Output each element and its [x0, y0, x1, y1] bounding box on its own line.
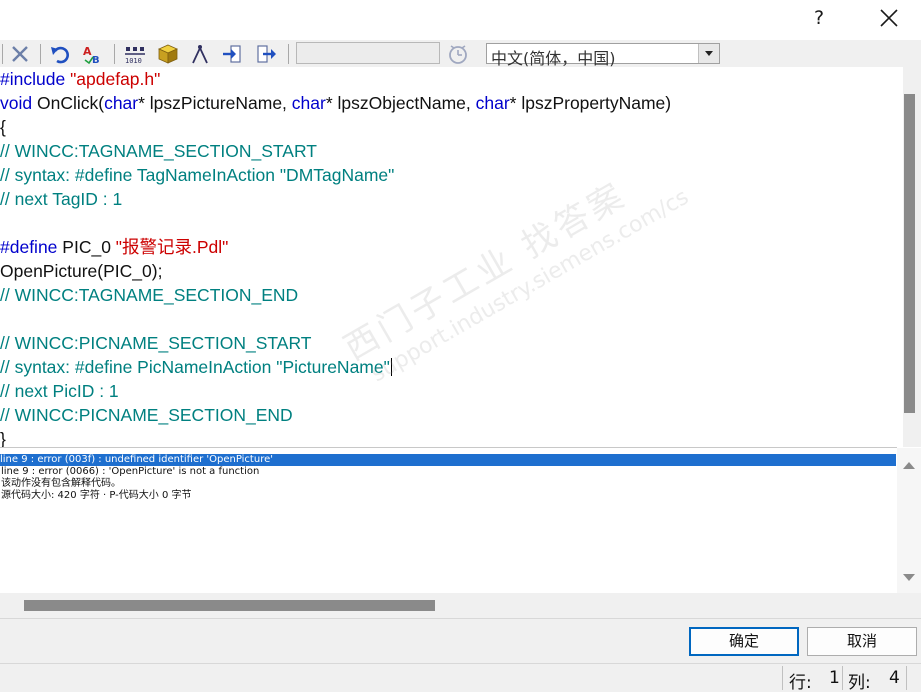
scroll-down-icon[interactable] — [903, 574, 915, 581]
code-token: * lpszObjectName, — [325, 93, 476, 113]
text-caret — [390, 358, 392, 376]
code-line: OpenPicture(PIC_0); — [0, 259, 162, 283]
svg-text:B: B — [92, 55, 100, 65]
code-token: #include — [0, 69, 71, 89]
toolbar-separator — [40, 44, 41, 64]
code-token: // syntax: #define TagNameInAction "DMTa… — [0, 165, 395, 185]
status-divider — [782, 666, 783, 690]
output-vertical-scrollbar[interactable] — [897, 448, 921, 593]
code-token: PIC_0 — [57, 237, 116, 257]
compile-icon[interactable]: 1010 — [124, 43, 146, 65]
close-button[interactable] — [876, 5, 902, 31]
button-bar: 确定 取消 — [0, 618, 921, 664]
toolbar-separator — [114, 44, 115, 64]
code-token: char — [104, 93, 139, 113]
row-value: 1 — [829, 668, 840, 688]
toolbar-separator — [2, 44, 3, 64]
help-button[interactable]: ? — [806, 5, 832, 31]
status-divider — [842, 666, 843, 690]
code-line: // WINCC:TAGNAME_SECTION_START — [0, 139, 317, 163]
language-value: 中文(简体，中国) — [491, 49, 616, 68]
code-token: char — [475, 93, 510, 113]
code-line: #define PIC_0 "报警记录.Pdl" — [0, 235, 228, 259]
code-line: #include "apdefap.h" — [0, 67, 160, 91]
code-token: char — [291, 93, 326, 113]
horizontal-scrollbar[interactable] — [0, 593, 921, 618]
svg-text:1010: 1010 — [125, 57, 142, 65]
editor-scroll-thumb[interactable] — [904, 94, 915, 413]
spellcheck-icon[interactable]: A B — [82, 43, 104, 65]
code-token: "报警记录.Pdl" — [115, 237, 229, 257]
code-token: * lpszPictureName, — [138, 93, 292, 113]
horizontal-scroll-thumb[interactable] — [24, 600, 435, 611]
clock-icon[interactable] — [447, 43, 469, 65]
svg-text:A: A — [83, 45, 92, 58]
code-line: // WINCC:TAGNAME_SECTION_END — [0, 283, 298, 307]
output-line[interactable]: 源代码大小: 420 字符 · P-代码大小 0 字节 — [1, 490, 192, 502]
code-token: OnClick( — [32, 93, 105, 113]
code-token: // WINCC:PICNAME_SECTION_START — [0, 333, 312, 353]
import-icon[interactable] — [221, 43, 243, 65]
code-line: // next TagID : 1 — [0, 187, 122, 211]
code-token: // WINCC:PICNAME_SECTION_END — [0, 405, 293, 425]
code-line: // next PicID : 1 — [0, 379, 119, 403]
code-token: // WINCC:TAGNAME_SECTION_START — [0, 141, 317, 161]
scroll-up-icon[interactable] — [903, 462, 915, 469]
toolbar: A B 1010 中文(简体，中国) — [0, 40, 921, 68]
row-label: 行: — [789, 673, 812, 693]
col-label: 列: — [848, 673, 871, 693]
cut-icon[interactable] — [9, 43, 31, 65]
code-line: // syntax: #define PicNameInAction "Pict… — [0, 355, 392, 379]
code-token: // next PicID : 1 — [0, 381, 119, 401]
code-line: } — [0, 427, 6, 447]
code-token: OpenPicture(PIC_0); — [0, 261, 163, 281]
output-line[interactable]: line 9 : error (003f) : undefined identi… — [0, 454, 896, 466]
status-divider — [906, 666, 907, 690]
toolbar-input[interactable] — [296, 42, 440, 64]
toolbar-separator — [288, 44, 289, 64]
code-token: "apdefap.h" — [70, 69, 161, 89]
output-line[interactable]: line 9 : error (0066) : 'OpenPicture' is… — [1, 466, 259, 478]
code-token: } — [0, 429, 6, 447]
compass-icon[interactable] — [189, 43, 211, 65]
code-line: void OnClick(char* lpszPictureName, char… — [0, 91, 671, 115]
chevron-down-icon[interactable] — [698, 44, 719, 63]
code-editor[interactable]: #include "apdefap.h" void OnClick(char* l… — [0, 67, 903, 447]
code-token: void — [0, 93, 33, 113]
code-line: // WINCC:PICNAME_SECTION_START — [0, 331, 311, 355]
language-select[interactable]: 中文(简体，中国) — [486, 43, 720, 68]
undo-icon[interactable] — [49, 43, 71, 65]
col-value: 4 — [889, 668, 900, 688]
output-line[interactable]: 该动作没有包含解释代码。 — [1, 478, 121, 490]
code-line: // WINCC:PICNAME_SECTION_END — [0, 403, 293, 427]
code-token: // next TagID : 1 — [0, 189, 123, 209]
code-token: { — [0, 117, 6, 137]
code-line: { — [0, 115, 6, 139]
title-bar: ? — [0, 0, 921, 40]
code-token: * lpszPropertyName) — [509, 93, 672, 113]
output-pane[interactable]: line 9 : error (003f) : undefined identi… — [0, 447, 897, 594]
close-icon — [880, 9, 898, 27]
cancel-button[interactable]: 取消 — [807, 627, 917, 656]
code-token: // syntax: #define PicNameInAction "Pict… — [0, 357, 390, 377]
code-token: // WINCC:TAGNAME_SECTION_END — [0, 285, 299, 305]
export-icon[interactable] — [256, 43, 278, 65]
code-line: // syntax: #define TagNameInAction "DMTa… — [0, 163, 394, 187]
code-token: #define — [0, 237, 58, 257]
status-bar: 行: 1 列: 4 — [0, 663, 921, 693]
box-icon[interactable] — [157, 43, 179, 65]
ok-button[interactable]: 确定 — [689, 627, 799, 656]
